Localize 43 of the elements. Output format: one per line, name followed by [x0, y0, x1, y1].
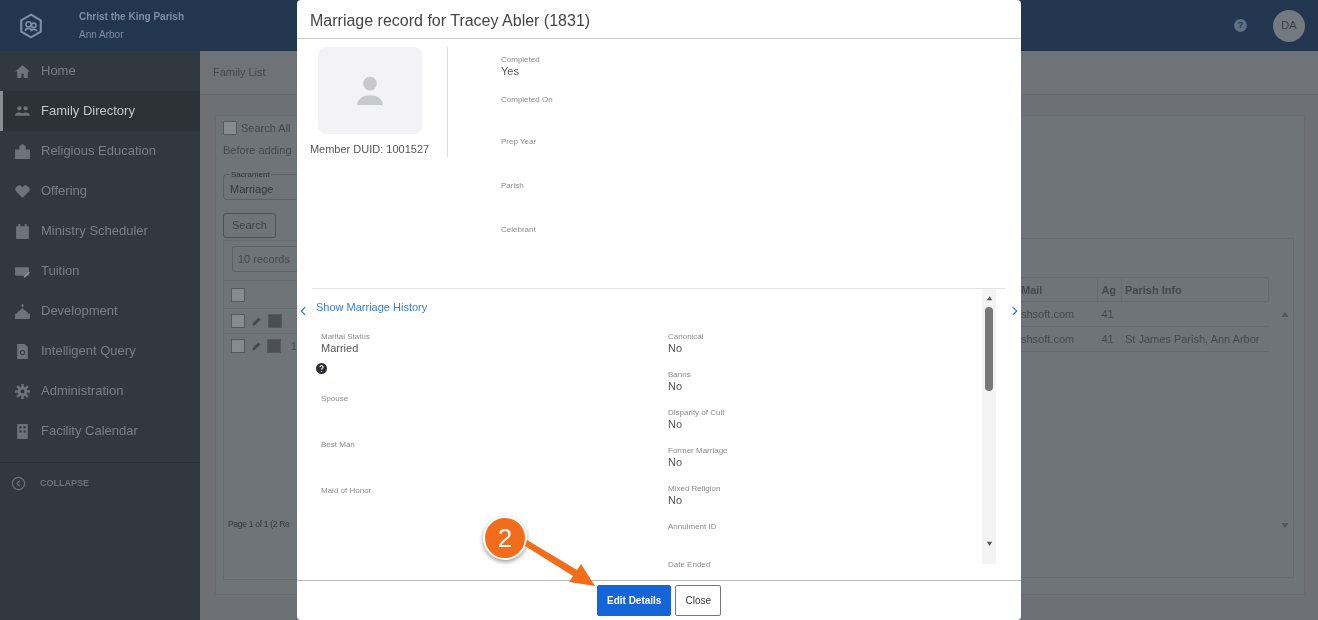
field-label: Spouse [321, 394, 350, 404]
field-label: Former Marriage [668, 446, 728, 456]
help-button[interactable]: ? [1234, 19, 1247, 32]
parish-city: Ann Arbor [79, 28, 125, 42]
sidebar-item[interactable]: Facility Calendar [0, 411, 200, 451]
field-label: Best Man [321, 440, 356, 450]
field-label: Marital Status [321, 332, 371, 342]
field-label: Annulment ID [668, 522, 718, 532]
sidebar-item[interactable]: Home [0, 51, 200, 91]
sidebar-item[interactable]: Ministry Scheduler [0, 211, 200, 251]
history-link[interactable]: Show Marriage History [316, 301, 428, 313]
sidebar-item[interactable]: Offering [0, 171, 200, 211]
field-label: Completed On [501, 95, 553, 105]
sidebar-item[interactable]: Religious Education [0, 131, 200, 171]
sidebar-item[interactable]: Administration [0, 371, 200, 411]
field-label: Date Ended [668, 560, 712, 570]
collapse-button[interactable]: COLLAPSE [40, 476, 89, 491]
field-label: Canonical [668, 332, 705, 342]
field-value: No [668, 456, 684, 469]
field-label: Mixed Religion [668, 484, 722, 494]
field-label: Maid of Honor [321, 486, 373, 496]
field-label: Celebrant [501, 225, 537, 235]
field-value: Married [321, 342, 360, 355]
modal-title: Marriage record for Tracey Abler (1831) [310, 12, 591, 29]
sidebar-item[interactable]: Tuition [0, 251, 200, 291]
parish-name: Christ the King Parish [79, 10, 184, 24]
member-duid: Member DUID: 1001527 [309, 141, 430, 157]
field-value: No [668, 380, 684, 393]
user-avatar[interactable]: DA [1273, 9, 1305, 42]
sidebar-item[interactable]: Intelligent Query [0, 331, 200, 371]
field-label: Banns [668, 370, 692, 380]
sidebar-item[interactable]: Family Directory [0, 91, 200, 131]
field-label: Completed [501, 55, 541, 65]
close-button[interactable]: Close [675, 585, 721, 616]
field-value: Yes [501, 65, 520, 78]
field-label: Parish [501, 181, 525, 191]
field-label: Prep Year [501, 137, 538, 147]
field-label: Disparity of Cult [668, 408, 726, 418]
field-value: No [668, 418, 684, 431]
field-value: No [668, 342, 684, 355]
field-value: No [668, 494, 684, 507]
sidebar-item[interactable]: Development [0, 291, 200, 331]
edit-details-button[interactable]: Edit Details [596, 585, 672, 616]
